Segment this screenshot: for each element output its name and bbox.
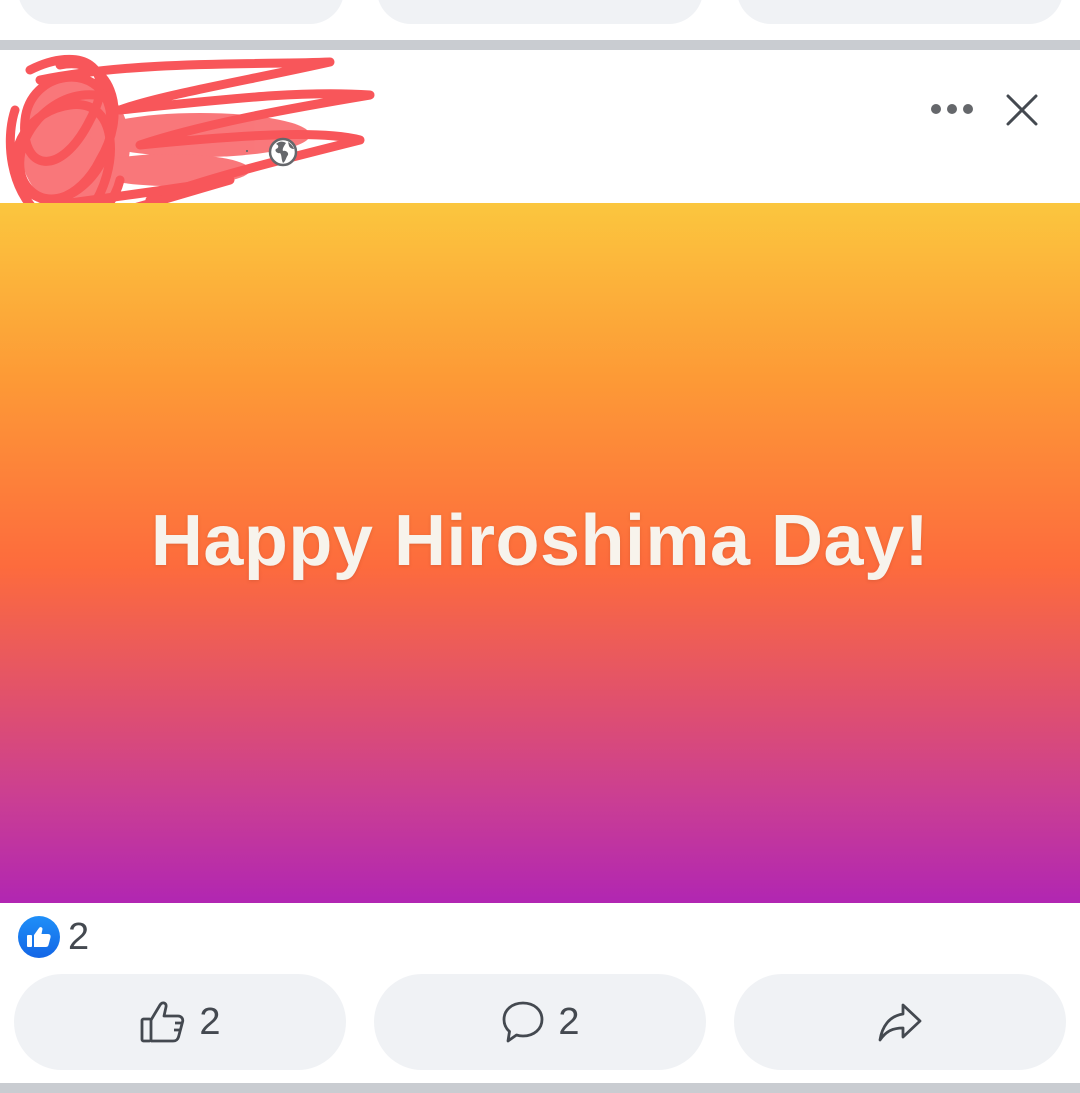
thumbs-up-outline-icon (141, 1001, 185, 1043)
share-arrow-icon (878, 1003, 922, 1042)
feed-divider-bottom (0, 1083, 1080, 1093)
previous-like-button[interactable] (18, 0, 344, 24)
post-card: · Happy Hiroshima Day! 2 2 2 (0, 50, 1080, 1083)
post-actions: 2 2 (0, 974, 1080, 1070)
comment-button[interactable]: 2 (374, 974, 706, 1070)
previous-post-actions (0, 0, 1080, 40)
previous-comment-button[interactable] (377, 0, 703, 24)
comment-count: 2 (558, 1000, 580, 1043)
speech-bubble-icon (503, 1001, 544, 1043)
feed-divider (0, 40, 1080, 50)
post-header: · (0, 50, 1080, 230)
share-button[interactable] (734, 974, 1066, 1070)
meta-separator: · (244, 140, 250, 160)
more-options-icon[interactable] (926, 95, 978, 123)
previous-share-button[interactable] (737, 0, 1063, 24)
reaction-summary[interactable]: 2 (18, 915, 89, 959)
globe-icon (268, 137, 298, 167)
like-count: 2 (199, 1000, 221, 1043)
post-background-banner: Happy Hiroshima Day! (0, 203, 1080, 903)
banner-text: Happy Hiroshima Day! (150, 501, 930, 581)
close-icon[interactable] (1002, 90, 1042, 130)
like-badge-icon (18, 916, 60, 958)
like-button[interactable]: 2 (14, 974, 346, 1070)
reaction-count: 2 (68, 915, 90, 958)
